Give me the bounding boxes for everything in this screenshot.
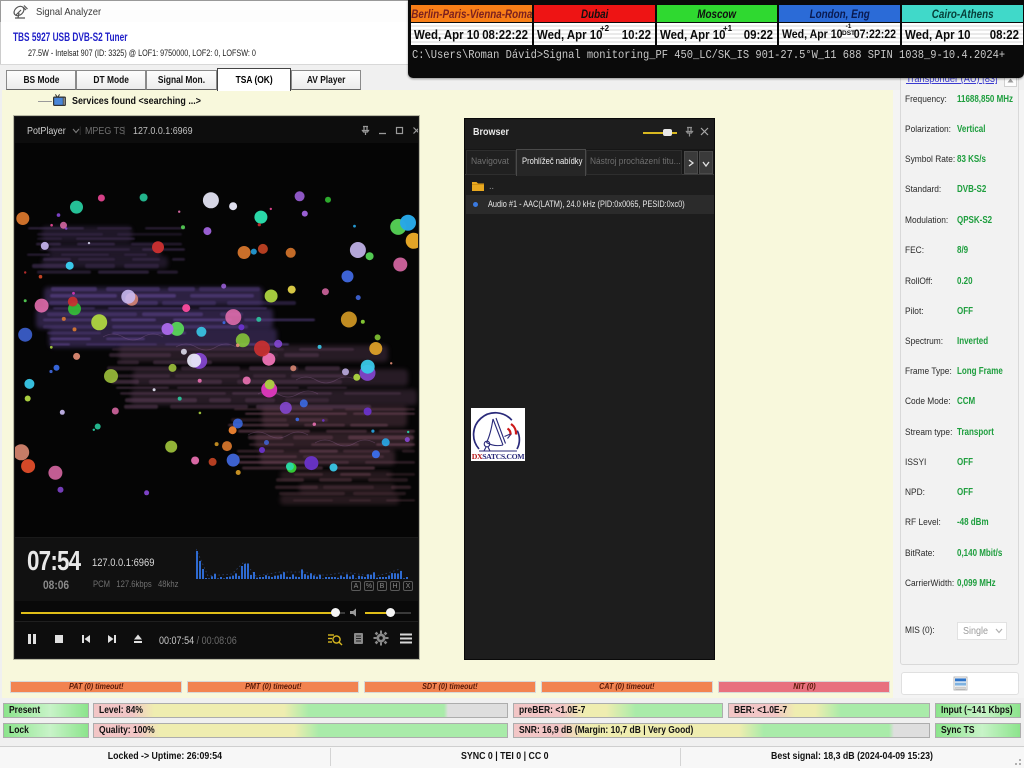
svg-text:DXSATCS.COM: DXSATCS.COM xyxy=(472,452,525,461)
